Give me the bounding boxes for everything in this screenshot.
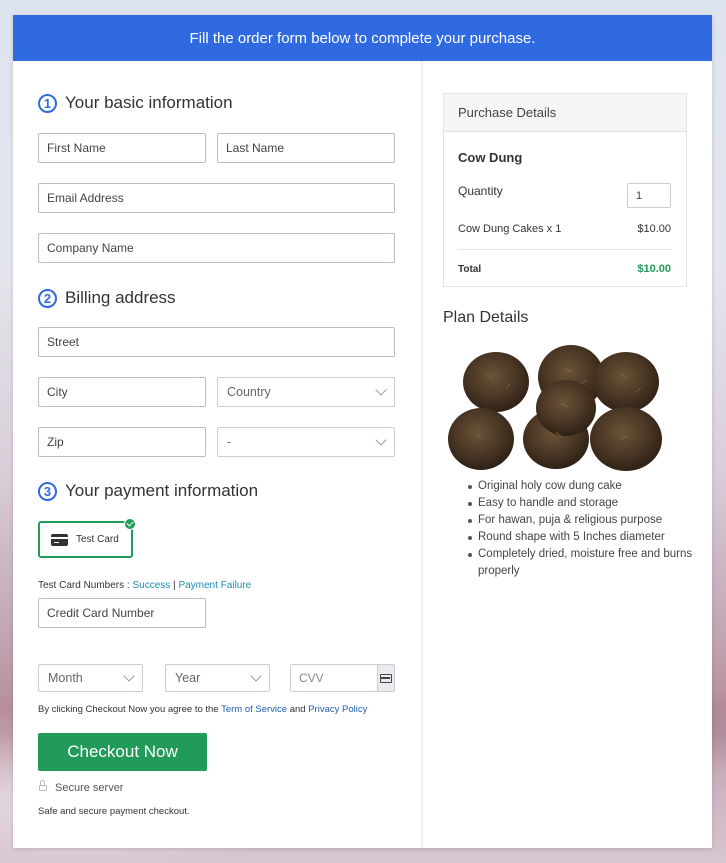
year-select-value: Year [175,671,201,685]
state-select[interactable]: - [217,427,395,457]
total-label: Total [458,264,482,275]
month-select[interactable]: Month [38,664,143,692]
country-select-value: Country [227,385,271,399]
line-item-price: $10.00 [637,223,671,235]
year-select[interactable]: Year [165,664,270,692]
order-form: 1 Your basic information 2 Billing addre… [13,61,421,848]
chevron-down-icon [250,670,262,682]
total-value: $10.00 [637,263,671,275]
credit-card-icon [51,533,68,546]
success-link[interactable]: Success [132,580,170,591]
safe-checkout-text: Safe and secure payment checkout. [38,806,190,817]
payment-failure-link[interactable]: Payment Failure [178,580,251,591]
section-payment: 3 Your payment information [38,481,258,501]
state-select-value: - [227,435,232,449]
list-item: Easy to handle and storage [468,495,693,512]
terms-text: By clicking Checkout Now you agree to th… [38,704,367,715]
line-item-label: Cow Dung Cakes x 1 [458,223,562,235]
purchase-details-header: Purchase Details [444,94,686,132]
chevron-down-icon [375,384,387,396]
test-numbers-prefix: Test Card Numbers : [38,580,133,591]
last-name-input[interactable] [217,133,395,163]
plan-details-title: Plan Details [443,309,529,326]
checkout-now-button[interactable]: Checkout Now [38,733,207,771]
order-form-card: Fill the order form below to complete yo… [13,15,712,848]
list-item: Original holy cow dung cake [468,478,693,495]
cvv-field [290,664,395,692]
email-input[interactable] [38,183,395,213]
test-card-numbers: Test Card Numbers : Success | Payment Fa… [38,580,251,591]
list-item: Round shape with 5 Inches diameter [468,529,693,546]
quantity-label: Quantity [458,184,503,198]
cvv-input[interactable] [291,665,377,691]
step-number: 1 [38,93,57,113]
section-title: Your basic information [65,93,233,112]
section-title: Billing address [65,288,176,307]
credit-card-number-input[interactable] [38,598,206,628]
country-select[interactable]: Country [217,377,395,407]
cow-dung-cakes-image [448,345,662,471]
check-icon [124,518,136,530]
purchase-details-box: Purchase Details Cow Dung Quantity Cow D… [443,93,687,287]
terms-and: and [287,704,309,715]
zip-input[interactable] [38,427,206,457]
list-item: Completely dried, moisture free and burn… [468,546,693,580]
list-item: For hawan, puja & religious purpose [468,512,693,529]
cvv-card-icon [377,665,394,691]
section-title: Your payment information [65,481,259,500]
divider-line [458,249,672,250]
first-name-input[interactable] [38,133,206,163]
test-card-option[interactable]: Test Card [38,518,136,558]
privacy-policy-link[interactable]: Privacy Policy [308,704,367,715]
secure-server-label: Secure server [55,782,124,794]
city-input[interactable] [38,377,206,407]
month-select-value: Month [48,671,83,685]
top-banner: Fill the order form below to complete yo… [13,15,712,61]
terms-prefix: By clicking Checkout Now you agree to th… [38,704,222,715]
section-billing: 2 Billing address [38,288,176,308]
order-summary: Purchase Details Cow Dung Quantity Cow D… [423,61,712,848]
step-number: 3 [38,481,57,501]
test-card-label: Test Card [76,534,119,545]
lock-icon [39,780,47,791]
quantity-input[interactable] [627,183,671,208]
section-basic-info: 1 Your basic information [38,93,233,113]
street-input[interactable] [38,327,395,357]
step-number: 2 [38,288,57,308]
plan-features-list: Original holy cow dung cake Easy to hand… [468,478,693,580]
chevron-down-icon [123,670,135,682]
product-name: Cow Dung [458,150,523,165]
company-input[interactable] [38,233,395,263]
terms-of-service-link[interactable]: Term of Service [221,704,287,715]
chevron-down-icon [375,434,387,446]
